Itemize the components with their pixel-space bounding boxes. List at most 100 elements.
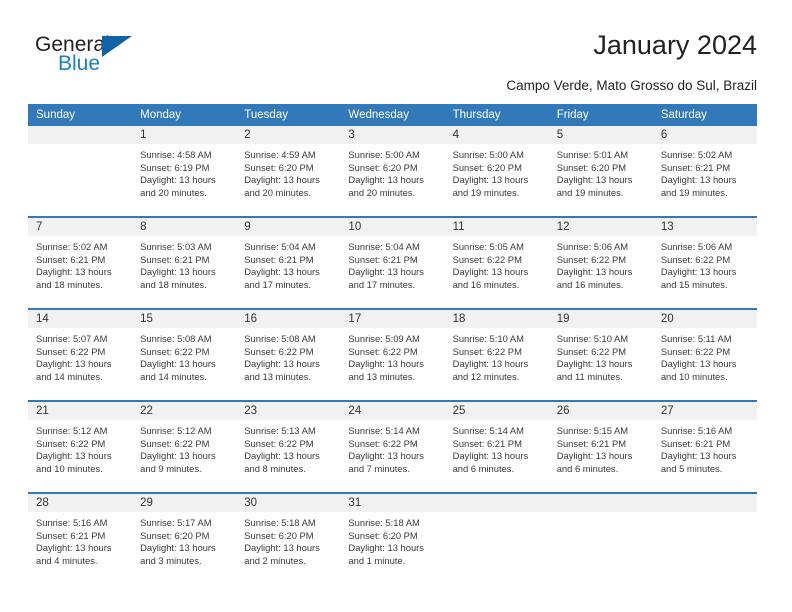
day-sunset-text: Sunset: 6:20 PM xyxy=(244,161,314,173)
day-sunrise-text: Sunrise: 5:00 AM xyxy=(348,149,420,160)
day-daylight2-text: and 13 minutes. xyxy=(348,370,416,382)
day-number: 22 xyxy=(132,402,237,420)
day-sun-info: Sunrise: 5:12 AM Sunset: 6:22 PM Daylight:… xyxy=(132,420,236,475)
day-sunset-text: Sunset: 6:21 PM xyxy=(660,437,731,449)
calendar-day-cell[interactable]: 29 Sunrise: 5:17 AM Sunset: 6:20 PM Dayligh… xyxy=(132,492,237,584)
weekday-header-saturday: Saturday xyxy=(652,104,757,126)
day-sunrise-text: Sunrise: 5:16 AM xyxy=(660,425,733,436)
calendar-day-cell[interactable]: 21 Sunrise: 5:12 AM Sunset: 6:22 PM Dayligh… xyxy=(28,400,133,493)
day-sunrise-text: Sunrise: 5:12 AM xyxy=(140,425,212,436)
day-sun-info: Sunrise: 4:59 AM Sunset: 6:20 PM Daylight:… xyxy=(236,144,340,199)
day-sunrise-text: Sunrise: 4:59 AM xyxy=(244,149,316,160)
day-sunrise-text: Sunrise: 5:05 AM xyxy=(452,241,524,252)
calendar-day-cell[interactable]: 25 Sunrise: 5:14 AM Sunset: 6:21 PM Dayligh… xyxy=(444,400,549,493)
day-sun-info: Sunrise: 5:03 AM Sunset: 6:21 PM Daylight:… xyxy=(132,236,236,291)
calendar-day-cell[interactable]: 24 Sunrise: 5:14 AM Sunset: 6:22 PM Dayligh… xyxy=(340,400,445,493)
day-daylight2-text: and 7 minutes. xyxy=(348,462,410,474)
day-daylight1-text: Daylight: 13 hours xyxy=(140,450,216,462)
calendar-day-cell[interactable]: 3 Sunrise: 5:00 AM Sunset: 6:20 PM Daylight… xyxy=(340,126,445,217)
calendar-day-cell[interactable]: 15 Sunrise: 5:08 AM Sunset: 6:22 PM Dayligh… xyxy=(132,308,237,401)
day-daylight2-text: and 2 minutes. xyxy=(244,554,306,566)
general-blue-logo: General Blue xyxy=(35,33,215,81)
day-number: 28 xyxy=(28,494,133,512)
calendar-day-cell[interactable]: 26 Sunrise: 5:15 AM Sunset: 6:21 PM Dayligh… xyxy=(548,400,653,493)
day-daylight2-text: and 18 minutes. xyxy=(140,278,207,290)
day-daylight2-text: and 17 minutes. xyxy=(348,278,416,290)
day-daylight2-text: and 17 minutes. xyxy=(244,278,311,290)
day-number xyxy=(444,494,549,512)
calendar-day-cell[interactable]: 9 Sunrise: 5:04 AM Sunset: 6:21 PM Daylight… xyxy=(236,216,341,309)
calendar-week-row: 7 Sunrise: 5:02 AM Sunset: 6:21 PM Daylight… xyxy=(28,216,757,309)
day-number: 10 xyxy=(340,218,445,236)
calendar-day-cell[interactable]: 20 Sunrise: 5:11 AM Sunset: 6:22 PM Dayligh… xyxy=(652,308,757,401)
day-daylight1-text: Daylight: 13 hours xyxy=(348,266,424,278)
calendar-day-cell[interactable]: 10 Sunrise: 5:04 AM Sunset: 6:21 PM Dayligh… xyxy=(340,216,445,309)
day-number: 15 xyxy=(132,310,237,328)
calendar-day-cell[interactable]: 19 Sunrise: 5:10 AM Sunset: 6:22 PM Dayligh… xyxy=(548,308,653,401)
day-sunset-text: Sunset: 6:22 PM xyxy=(36,437,106,449)
calendar-day-cell[interactable]: 7 Sunrise: 5:02 AM Sunset: 6:21 PM Daylight… xyxy=(28,216,133,309)
day-sunset-text: Sunset: 6:22 PM xyxy=(660,345,731,357)
calendar-body: 1 Sunrise: 4:58 AM Sunset: 6:19 PM Daylight… xyxy=(28,126,757,584)
day-sunrise-text: Sunrise: 5:00 AM xyxy=(452,149,524,160)
calendar-day-cell[interactable]: 5 Sunrise: 5:01 AM Sunset: 6:20 PM Daylight… xyxy=(548,126,653,217)
day-sunset-text: Sunset: 6:22 PM xyxy=(36,345,106,357)
day-sunset-text: Sunset: 6:21 PM xyxy=(556,437,627,449)
day-daylight2-text: and 20 minutes. xyxy=(140,186,207,198)
calendar-day-cell[interactable]: 6 Sunrise: 5:02 AM Sunset: 6:21 PM Daylight… xyxy=(652,126,757,217)
day-number: 12 xyxy=(548,218,653,236)
day-daylight2-text: and 9 minutes. xyxy=(140,462,202,474)
day-sun-info: Sunrise: 5:10 AM Sunset: 6:22 PM Daylight:… xyxy=(549,328,653,383)
day-sunset-text: Sunset: 6:22 PM xyxy=(244,437,314,449)
calendar-day-cell[interactable]: 2 Sunrise: 4:59 AM Sunset: 6:20 PM Daylight… xyxy=(236,126,341,217)
day-daylight2-text: and 6 minutes. xyxy=(556,462,619,474)
calendar-day-cell[interactable]: 18 Sunrise: 5:10 AM Sunset: 6:22 PM Dayligh… xyxy=(444,308,549,401)
calendar-day-cell[interactable]: 11 Sunrise: 5:05 AM Sunset: 6:22 PM Dayligh… xyxy=(444,216,549,309)
calendar-day-cell[interactable]: 31 Sunrise: 5:18 AM Sunset: 6:20 PM Dayligh… xyxy=(340,492,445,584)
day-daylight2-text: and 19 minutes. xyxy=(556,186,624,198)
calendar-day-cell[interactable]: 14 Sunrise: 5:07 AM Sunset: 6:22 PM Dayligh… xyxy=(28,308,133,401)
day-sunrise-text: Sunrise: 5:02 AM xyxy=(36,241,108,252)
day-daylight1-text: Daylight: 13 hours xyxy=(660,358,737,370)
day-daylight2-text: and 10 minutes. xyxy=(36,462,103,474)
day-sunset-text: Sunset: 6:20 PM xyxy=(348,161,418,173)
day-daylight1-text: Daylight: 13 hours xyxy=(244,174,320,186)
day-daylight1-text: Daylight: 13 hours xyxy=(244,358,320,370)
day-daylight1-text: Daylight: 13 hours xyxy=(140,542,216,554)
day-sunrise-text: Sunrise: 5:03 AM xyxy=(140,241,212,252)
calendar-day-cell[interactable]: 17 Sunrise: 5:09 AM Sunset: 6:22 PM Dayligh… xyxy=(340,308,445,401)
day-sunrise-text: Sunrise: 5:16 AM xyxy=(36,517,108,528)
calendar-day-cell[interactable]: 30 Sunrise: 5:18 AM Sunset: 6:20 PM Dayligh… xyxy=(236,492,341,584)
day-sun-info: Sunrise: 5:14 AM Sunset: 6:21 PM Daylight:… xyxy=(445,420,549,475)
day-daylight2-text: and 4 minutes. xyxy=(36,554,98,566)
calendar-day-cell[interactable]: 27 Sunrise: 5:16 AM Sunset: 6:21 PM Dayligh… xyxy=(652,400,757,493)
logo-text-blue: Blue xyxy=(58,52,101,75)
day-daylight1-text: Daylight: 13 hours xyxy=(556,266,633,278)
day-sun-info: Sunrise: 5:04 AM Sunset: 6:21 PM Daylight:… xyxy=(340,236,444,291)
calendar-grid: Sunday Monday Tuesday Wednesday Thursday Frid… xyxy=(28,104,757,584)
calendar-day-cell[interactable]: 23 Sunrise: 5:13 AM Sunset: 6:22 PM Dayligh… xyxy=(236,400,341,493)
calendar-day-cell[interactable]: 28 Sunrise: 5:16 AM Sunset: 6:21 PM Dayligh… xyxy=(28,492,133,584)
day-daylight2-text: and 16 minutes. xyxy=(556,278,624,290)
calendar-day-cell[interactable]: 13 Sunrise: 5:06 AM Sunset: 6:22 PM Dayligh… xyxy=(652,216,757,309)
day-number: 8 xyxy=(132,218,237,236)
day-daylight1-text: Daylight: 13 hours xyxy=(348,358,424,370)
day-number: 21 xyxy=(28,402,133,420)
day-sun-info: Sunrise: 5:09 AM Sunset: 6:22 PM Daylight:… xyxy=(340,328,444,383)
calendar-day-cell[interactable]: 12 Sunrise: 5:06 AM Sunset: 6:22 PM Dayligh… xyxy=(548,216,653,309)
day-daylight1-text: Daylight: 13 hours xyxy=(348,450,424,462)
day-daylight2-text: and 15 minutes. xyxy=(660,278,728,290)
calendar-day-cell[interactable]: 4 Sunrise: 5:00 AM Sunset: 6:20 PM Daylight… xyxy=(444,126,549,217)
day-number: 30 xyxy=(236,494,341,512)
calendar-day-cell[interactable]: 8 Sunrise: 5:03 AM Sunset: 6:21 PM Daylight… xyxy=(132,216,237,309)
day-daylight1-text: Daylight: 13 hours xyxy=(36,266,112,278)
day-sunset-text: Sunset: 6:22 PM xyxy=(140,345,210,357)
day-sunset-text: Sunset: 6:22 PM xyxy=(348,437,418,449)
day-number: 2 xyxy=(236,126,341,144)
calendar-day-cell[interactable]: 16 Sunrise: 5:08 AM Sunset: 6:22 PM Dayligh… xyxy=(236,308,341,401)
calendar-day-cell[interactable]: 22 Sunrise: 5:12 AM Sunset: 6:22 PM Dayligh… xyxy=(132,400,237,493)
day-sun-info: Sunrise: 5:08 AM Sunset: 6:22 PM Daylight:… xyxy=(132,328,236,383)
day-sunset-text: Sunset: 6:22 PM xyxy=(452,253,522,265)
calendar-day-cell[interactable]: 1 Sunrise: 4:58 AM Sunset: 6:19 PM Daylight… xyxy=(132,126,237,217)
day-sun-info: Sunrise: 5:06 AM Sunset: 6:22 PM Daylight:… xyxy=(549,236,653,291)
